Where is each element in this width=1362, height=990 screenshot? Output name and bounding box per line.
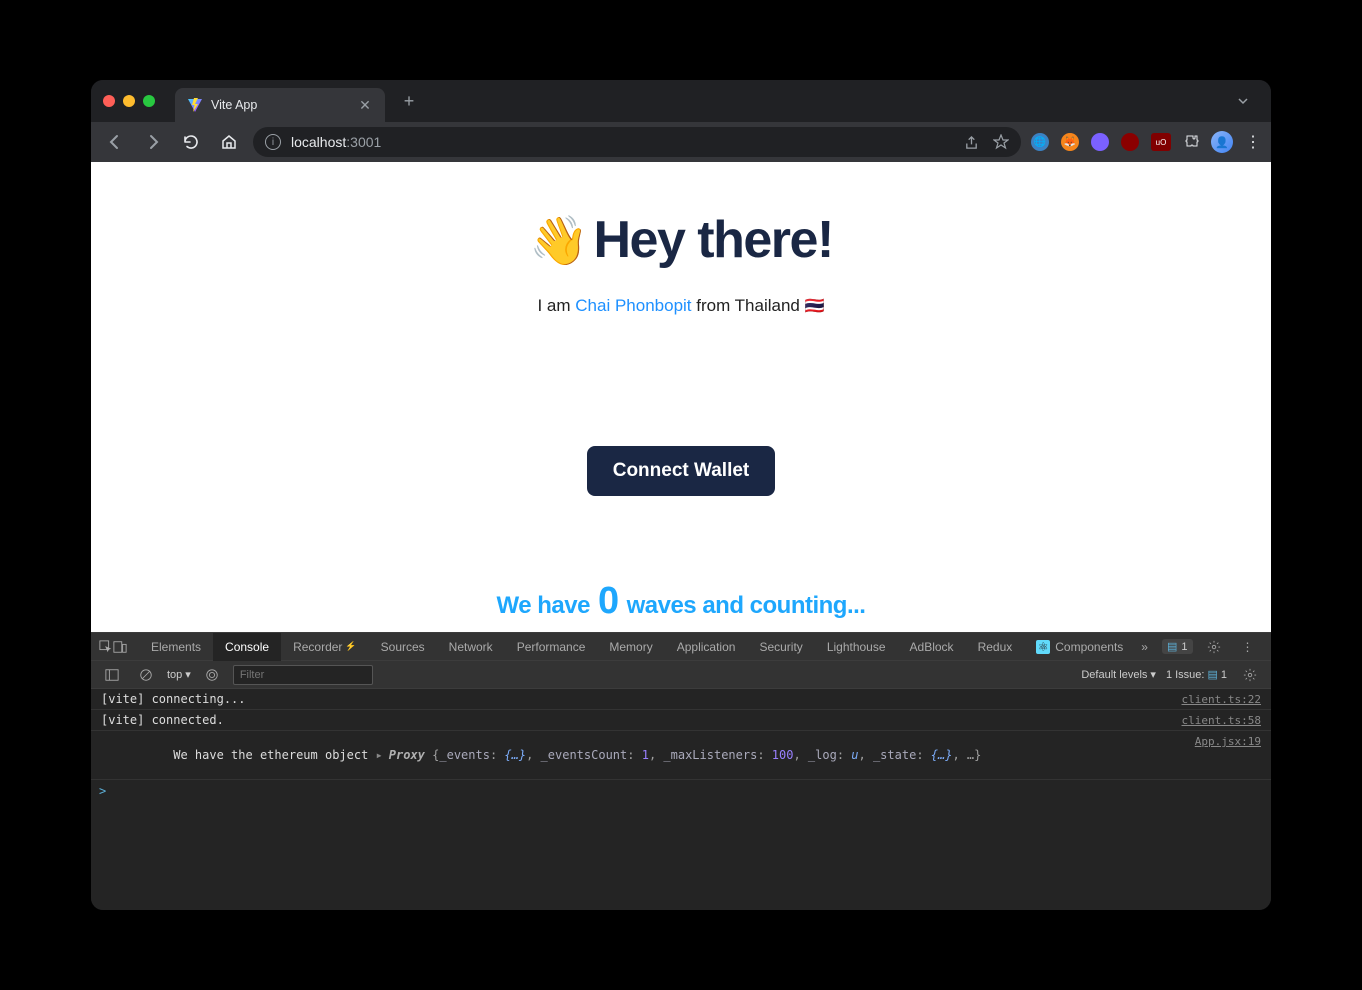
reload-button[interactable]	[177, 128, 205, 156]
message-icon: ▤	[1207, 668, 1217, 681]
intro-text: I am Chai Phonbopit from Thailand 🇹🇭	[537, 296, 824, 316]
inspect-element-icon[interactable]	[99, 634, 113, 660]
console-settings-icon[interactable]	[1237, 662, 1263, 688]
extension-icon[interactable]: 🌐	[1031, 133, 1049, 151]
console-log-row: We have the ethereum object ▸Proxy {_eve…	[91, 731, 1271, 780]
devtools-tab-network[interactable]: Network	[437, 633, 505, 661]
author-link[interactable]: Chai Phonbopit	[575, 296, 691, 315]
devtools-menu-icon[interactable]: ⋮	[1235, 634, 1261, 660]
chevron-down-icon: ▾	[185, 668, 191, 681]
close-tab-button[interactable]: ✕	[357, 97, 373, 113]
console-log-row: [vite] connecting... client.ts:22	[91, 689, 1271, 710]
home-button[interactable]	[215, 128, 243, 156]
devtools-tab-application[interactable]: Application	[665, 633, 748, 661]
new-tab-button[interactable]: +	[395, 87, 423, 115]
devtools-tab-components[interactable]: ⚛ Components	[1024, 633, 1135, 661]
clear-console-icon[interactable]	[133, 662, 159, 688]
devtools-tabbar: Elements Console Recorder⚡ Sources Netwo…	[91, 633, 1271, 661]
devtools-tab-adblock[interactable]: AdBlock	[898, 633, 966, 661]
tab-bar: Vite App ✕ +	[91, 80, 1271, 122]
devtools-tab-elements[interactable]: Elements	[139, 633, 213, 661]
profile-avatar[interactable]: 👤	[1211, 131, 1233, 153]
devtools-errors-badge[interactable]: ▤ 1	[1162, 639, 1193, 654]
connect-wallet-button[interactable]: Connect Wallet	[587, 446, 776, 496]
devtools-tab-console[interactable]: Console	[213, 633, 281, 661]
browser-tab[interactable]: Vite App ✕	[175, 88, 385, 122]
page-content: 👋 Hey there! I am Chai Phonbopit from Th…	[91, 162, 1271, 632]
devtools-tab-redux[interactable]: Redux	[966, 633, 1025, 661]
device-toolbar-icon[interactable]	[113, 634, 127, 660]
extensions-puzzle-icon[interactable]	[1183, 134, 1199, 150]
devtools-tab-memory[interactable]: Memory	[597, 633, 664, 661]
wave-count-number: 0	[598, 582, 619, 620]
wave-emoji-icon: 👋	[529, 212, 587, 269]
console-prompt[interactable]: >	[91, 780, 1271, 802]
window-controls	[103, 95, 155, 107]
extension-icons: 🌐 🦊 uO 👤 ⋮	[1031, 131, 1261, 153]
metamask-extension-icon[interactable]: 🦊	[1061, 133, 1079, 151]
devtools-tab-sources[interactable]: Sources	[369, 633, 437, 661]
extension-icon[interactable]	[1091, 133, 1109, 151]
source-link[interactable]: client.ts:22	[1182, 693, 1261, 706]
source-link[interactable]: client.ts:58	[1182, 714, 1261, 727]
console-log-row: [vite] connected. client.ts:58	[91, 710, 1271, 731]
ublock-extension-icon[interactable]: uO	[1151, 133, 1171, 151]
devtools-console-toolbar: top ▾ Default levels ▾ 1 Issue: ▤ 1	[91, 661, 1271, 689]
live-expression-icon[interactable]	[199, 662, 225, 688]
devtools-more-tabs[interactable]: »	[1135, 633, 1154, 661]
url-text: localhost:3001	[291, 134, 381, 150]
devtools-settings-icon[interactable]	[1201, 634, 1227, 660]
browser-toolbar: i localhost:3001 🌐 🦊 uO 👤	[91, 122, 1271, 162]
forward-button[interactable]	[139, 128, 167, 156]
bookmark-icon[interactable]	[993, 134, 1009, 150]
console-filter-input[interactable]	[233, 665, 373, 685]
devtools-panel: Elements Console Recorder⚡ Sources Netwo…	[91, 632, 1271, 910]
share-icon[interactable]	[964, 135, 979, 150]
tabs-dropdown-button[interactable]	[1235, 93, 1259, 109]
thailand-flag-icon: 🇹🇭	[805, 298, 825, 315]
devtools-tab-performance[interactable]: Performance	[505, 633, 598, 661]
chevron-down-icon: ▾	[1150, 668, 1156, 681]
extension-icon[interactable]	[1121, 133, 1139, 151]
devtools-tab-lighthouse[interactable]: Lighthouse	[815, 633, 898, 661]
devtools-tab-security[interactable]: Security	[747, 633, 814, 661]
source-link[interactable]: App.jsx:19	[1195, 735, 1261, 748]
console-output[interactable]: [vite] connecting... client.ts:22 [vite]…	[91, 689, 1271, 910]
log-levels-select[interactable]: Default levels ▾	[1081, 668, 1156, 681]
browser-menu-icon[interactable]: ⋮	[1245, 132, 1261, 152]
tab-title: Vite App	[211, 98, 349, 112]
wave-count-text: We have 0 waves and counting...	[497, 582, 866, 620]
console-context-select[interactable]: top ▾	[167, 668, 191, 681]
back-button[interactable]	[101, 128, 129, 156]
vite-favicon-icon	[187, 97, 203, 113]
maximize-window-button[interactable]	[143, 95, 155, 107]
devtools-tab-recorder[interactable]: Recorder⚡	[281, 633, 369, 661]
close-window-button[interactable]	[103, 95, 115, 107]
devtools-close-icon[interactable]	[1269, 634, 1271, 660]
site-info-icon[interactable]: i	[265, 134, 281, 150]
browser-window: Vite App ✕ + i localhost:3001	[91, 80, 1271, 910]
react-icon: ⚛	[1036, 640, 1050, 654]
minimize-window-button[interactable]	[123, 95, 135, 107]
address-bar[interactable]: i localhost:3001	[253, 127, 1021, 157]
expand-caret-icon[interactable]: ▸	[376, 748, 383, 762]
message-icon: ▤	[1167, 640, 1177, 653]
issues-button[interactable]: 1 Issue: ▤ 1	[1166, 668, 1227, 681]
hero-title: 👋 Hey there!	[529, 210, 833, 270]
console-sidebar-toggle-icon[interactable]	[99, 662, 125, 688]
